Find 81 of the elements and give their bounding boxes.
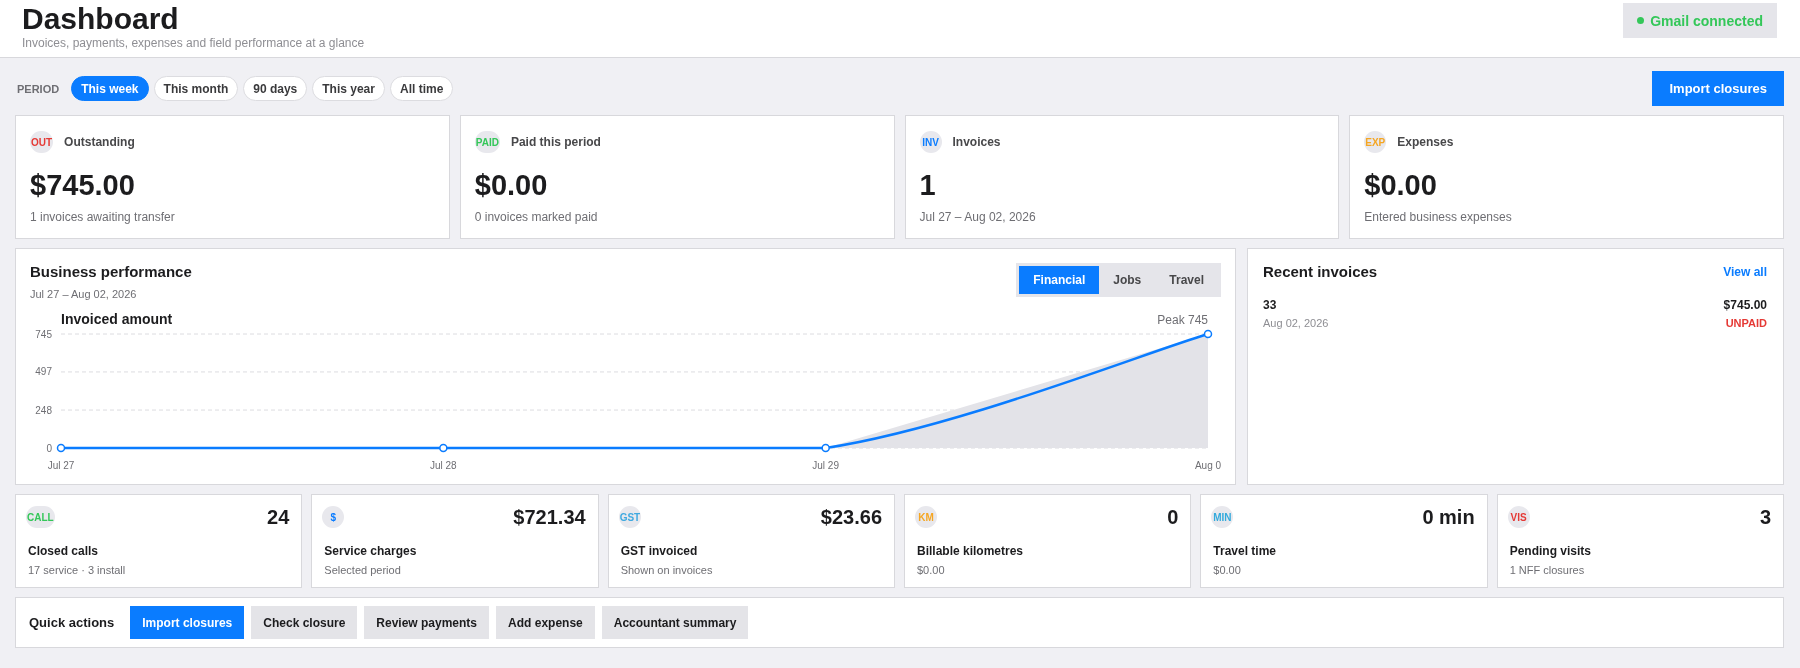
metric-value: 24 xyxy=(267,505,290,529)
peak-label: Peak 745 xyxy=(1157,313,1208,327)
data-point xyxy=(439,443,448,453)
category-tag: GST xyxy=(618,506,642,528)
category-tag: PAID xyxy=(474,131,500,153)
axis-label: 0 xyxy=(46,442,52,454)
chart-tab[interactable]: Jobs xyxy=(1099,266,1156,294)
view-all-link[interactable]: View all xyxy=(1723,265,1767,279)
card-note: 0 invoices marked paid xyxy=(474,209,599,225)
axis-label: 745 xyxy=(35,328,52,340)
metric-label: Travel time xyxy=(1212,543,1278,559)
category-tag: KM xyxy=(915,506,937,528)
metric-note: $0.00 xyxy=(916,563,946,577)
card-label: Outstanding xyxy=(64,135,135,149)
metric-note: Selected period xyxy=(323,563,402,577)
category-tag: MIN xyxy=(1211,506,1234,528)
metric-label: Pending visits xyxy=(1508,543,1592,559)
category-tag: EXP xyxy=(1364,131,1387,153)
connection-label: Gmail connected xyxy=(1650,12,1763,29)
section-title: Business performance xyxy=(30,263,192,281)
metric-label: GST invoiced xyxy=(619,543,699,559)
invoice-date: Aug 02, 2026 xyxy=(1263,316,1329,330)
card-label: Invoices xyxy=(952,135,1001,149)
date-range: Jul 27 – Aug 02, 2026 xyxy=(30,287,138,301)
invoice-amount: $745.00 xyxy=(1723,297,1767,313)
metric-note: $0.00 xyxy=(1212,563,1242,577)
series-label: Invoiced amount xyxy=(61,311,173,327)
period-tab[interactable]: This year xyxy=(312,76,385,101)
card-value: $0.00 xyxy=(1364,169,1438,201)
metric-note: Shown on invoices xyxy=(619,563,714,577)
invoice-status: UNPAID xyxy=(1725,316,1767,330)
category-tag: CALL xyxy=(26,506,55,528)
period-tab[interactable]: 90 days xyxy=(243,76,308,101)
axis-label: Jul 29 xyxy=(812,460,839,471)
metric-value: $23.66 xyxy=(820,505,882,529)
chart-tab[interactable]: Financial xyxy=(1019,266,1100,294)
category-tag: OUT xyxy=(30,131,54,153)
category-tag: INV xyxy=(919,131,942,153)
metric-value: 0 min xyxy=(1422,505,1475,529)
metric-label: Billable kilometres xyxy=(916,543,1025,559)
metric-note: 17 service · 3 install xyxy=(27,563,127,577)
metric-label: Closed calls xyxy=(27,543,100,559)
metric-value: 3 xyxy=(1759,505,1771,529)
import-button[interactable]: Import closures xyxy=(1652,71,1784,106)
period-tab[interactable]: This week xyxy=(71,76,149,101)
action-button[interactable]: Accountant summary xyxy=(601,606,749,639)
card-note: Jul 27 – Aug 02, 2026 xyxy=(919,209,1037,225)
data-point xyxy=(1203,329,1213,339)
period-tab[interactable]: All time xyxy=(389,76,454,101)
period-tab[interactable]: This month xyxy=(153,76,239,101)
card-value: 1 xyxy=(919,169,937,201)
chart-tab[interactable]: Travel xyxy=(1155,266,1218,294)
card-label: Expenses xyxy=(1397,135,1454,149)
data-point xyxy=(56,443,66,453)
action-button[interactable]: Check closure xyxy=(251,606,358,639)
page-subtitle: Invoices, payments, expenses and field performance at a glance xyxy=(22,36,365,51)
axis-label: 497 xyxy=(35,366,52,378)
section-title: Recent invoices xyxy=(1263,263,1378,281)
metric-label: Service charges xyxy=(323,543,418,559)
metric-note: 1 NFF closures xyxy=(1508,563,1586,577)
action-button[interactable]: Review payments xyxy=(364,606,490,639)
period-label: PERIOD xyxy=(17,82,60,95)
action-button[interactable]: Add expense xyxy=(496,606,595,639)
section-title: Quick actions xyxy=(29,615,115,630)
card-value: $745.00 xyxy=(30,169,136,201)
action-button[interactable]: Import closures xyxy=(130,606,245,639)
invoice-number: 33 xyxy=(1263,297,1277,313)
metric-value: 0 xyxy=(1167,505,1179,529)
category-tag: $ xyxy=(322,506,345,528)
axis-label: Aug 0 xyxy=(1194,460,1221,471)
card-label: Paid this period xyxy=(510,135,601,149)
axis-label: 248 xyxy=(35,404,52,416)
card-note: Entered business expenses xyxy=(1364,209,1513,225)
metric-value: $721.34 xyxy=(513,505,586,529)
axis-label: Jul 28 xyxy=(430,460,457,471)
axis-label: Jul 27 xyxy=(47,460,75,471)
card-note: 1 invoices awaiting transfer xyxy=(30,209,176,225)
card-value: $0.00 xyxy=(474,169,549,201)
category-tag: VIS xyxy=(1507,506,1530,528)
data-point xyxy=(821,443,830,453)
page-title: Dashboard xyxy=(22,2,179,36)
